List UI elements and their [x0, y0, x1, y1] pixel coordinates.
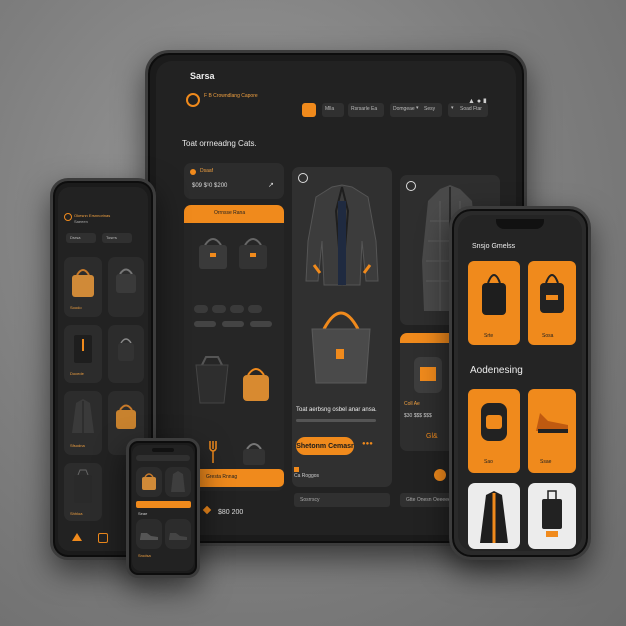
product-tile[interactable]: Shhloa	[64, 463, 102, 521]
product-card[interactable]: Srte	[468, 261, 520, 345]
share-icon[interactable]: ↗	[268, 181, 274, 189]
handbag-orange-icon	[142, 473, 156, 490]
collection-label[interactable]: Ca Roggos	[294, 473, 319, 479]
right-phone-screen: Snsjo Gmelss Srte Sosa Aodenesing Sao Ss…	[458, 215, 582, 551]
handbag-icon	[482, 274, 506, 315]
cart-nav-icon[interactable]	[98, 533, 108, 543]
product-tile[interactable]	[136, 519, 162, 549]
category-tag[interactable]: Orrnsse Rana	[184, 205, 284, 223]
tablet-header: F B Crowndlang Capore Mlla Rsrsarle Ea D…	[186, 89, 516, 117]
nav-dropdown-1[interactable]: Domgeae ▾ Sesy	[390, 103, 442, 117]
notch	[152, 448, 174, 452]
tab-1[interactable]: Dsrsa	[66, 233, 96, 243]
fork-icon	[209, 441, 217, 463]
favorite-icon[interactable]	[406, 181, 416, 191]
product-card[interactable]	[528, 483, 576, 549]
app-brand: Sarsa	[190, 71, 215, 81]
heel-shoe-icon	[536, 413, 568, 433]
product-tile[interactable]	[108, 325, 144, 383]
notch	[496, 219, 544, 229]
rating-dots: ●●●	[362, 441, 373, 447]
tote-bag-icon	[542, 490, 562, 537]
small-phone-device: Seae Srodsa	[126, 438, 200, 578]
handbag-icon	[540, 274, 564, 313]
promo-card[interactable]: Dsaaf $09 $¹0 $200 ↗	[184, 163, 284, 199]
home-nav-icon[interactable]	[72, 533, 82, 541]
chip[interactable]	[230, 305, 244, 313]
logo-icon	[186, 93, 200, 107]
jacket-icon	[72, 399, 94, 433]
small-phone-screen: Seae Srodsa	[132, 445, 194, 571]
nav-item-1[interactable]: Mlla	[322, 103, 344, 117]
sparkle-icon	[202, 505, 212, 515]
product-tile[interactable]: Soodo	[64, 257, 102, 317]
backpack-icon	[481, 403, 507, 441]
handbag-icon[interactable]	[240, 441, 268, 467]
product-tile[interactable]	[165, 519, 191, 549]
product-tile[interactable]	[108, 257, 144, 317]
product-card[interactable]: Ssae	[528, 389, 576, 473]
handbag-icon	[118, 338, 134, 361]
chip[interactable]	[212, 305, 226, 313]
price-chips	[194, 321, 274, 331]
tote-bag-icon	[74, 469, 92, 503]
filter-chips	[194, 305, 274, 315]
featured-product-card[interactable]: Toat aerbsng osbel anar ansa. Shetonm Ce…	[292, 167, 392, 487]
side-badge: Gl&	[426, 433, 438, 440]
product-tile[interactable]	[136, 467, 162, 497]
product-card[interactable]: Sosa	[528, 261, 576, 345]
bottom-price: $80 200	[218, 509, 244, 516]
jacket-icon	[171, 471, 185, 492]
orange-banner[interactable]	[136, 501, 191, 508]
chevron-down-icon: ▾	[451, 105, 454, 111]
tote-bag-icon	[74, 335, 92, 363]
phone-header: Okesnn Ersnnorinas	[74, 213, 111, 218]
search-bar[interactable]	[136, 455, 190, 461]
header-logo-text: F B Crowndlang Capore	[204, 93, 258, 99]
sparkle-icon	[294, 467, 299, 472]
menu-button[interactable]	[302, 103, 316, 117]
product-card[interactable]: Sao	[468, 389, 520, 473]
section-title-2: Aodenesing	[470, 365, 523, 376]
chip[interactable]	[194, 305, 208, 313]
handbag-icon[interactable]	[196, 235, 230, 271]
bottom-row-1[interactable]: Sosrrscy	[294, 493, 390, 507]
star-icon	[190, 169, 196, 175]
handbag-orange-icon[interactable]	[240, 363, 272, 403]
handbag-icon	[116, 268, 136, 293]
section-title-1: Snsjo Gmelss	[472, 243, 516, 250]
product-tile[interactable]: Sfsodna	[64, 391, 102, 455]
cta-button[interactable]: Shetonm Cemasr	[296, 437, 354, 455]
sneaker-icon	[169, 533, 187, 540]
cart-icon[interactable]	[434, 469, 446, 481]
nav-item-2[interactable]: Rsrsarle Ea	[348, 103, 384, 117]
chip[interactable]	[248, 305, 262, 313]
section-title: Toat orrneadng Cats.	[182, 139, 257, 148]
logo-icon	[64, 213, 72, 221]
tab-2[interactable]: Tosrrs	[102, 233, 132, 243]
product-tile[interactable]	[165, 467, 191, 497]
handbag-featured-image	[311, 311, 371, 384]
product-tile[interactable]: Docede	[64, 325, 102, 383]
handbag-orange-icon	[72, 269, 94, 297]
right-phone-device: Snsjo Gmelss Srte Sosa Aodenesing Sao Ss…	[449, 206, 591, 560]
jacket-icon	[480, 491, 508, 543]
nav-dropdown-2[interactable]: ▾ Soad Ftar	[448, 103, 488, 117]
tote-bag-icon[interactable]	[192, 355, 232, 405]
backpack-image	[414, 357, 442, 393]
handbag-icon[interactable]	[236, 235, 270, 271]
sneaker-icon	[140, 533, 158, 540]
product-caption: Toat aerbsng osbel anar ansa.	[296, 407, 377, 413]
caption-lines	[296, 419, 386, 425]
chevron-down-icon: ▾	[416, 105, 419, 111]
jacket-image	[305, 184, 379, 286]
product-card[interactable]	[468, 483, 520, 549]
handbag-orange-icon	[116, 404, 136, 429]
phone-sub: Saeeen	[74, 219, 88, 224]
